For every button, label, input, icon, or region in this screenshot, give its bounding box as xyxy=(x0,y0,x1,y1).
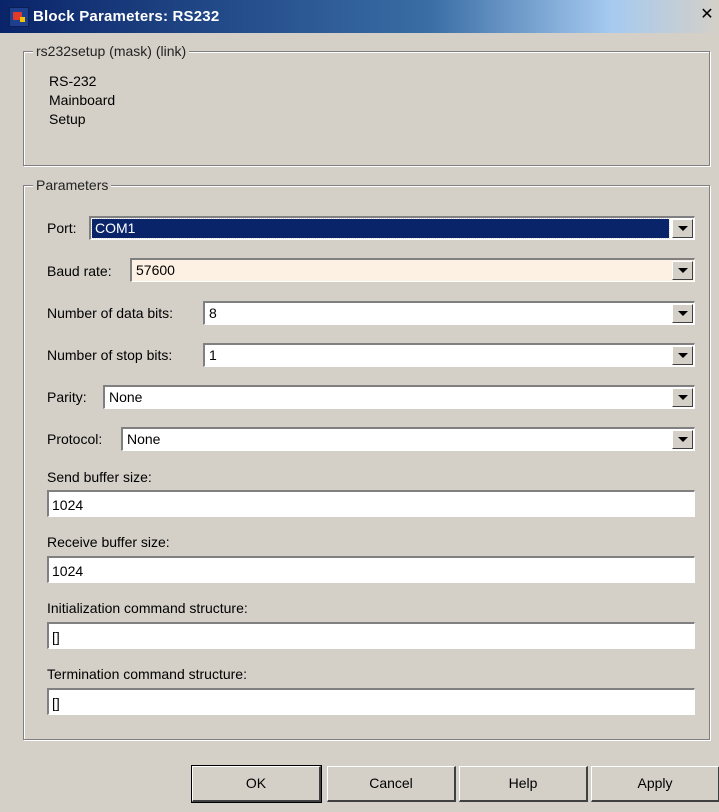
receive-buffer-input[interactable]: 1024 xyxy=(47,556,695,583)
data-bits-dropdown[interactable]: 8 xyxy=(203,301,695,325)
send-buffer-input[interactable]: 1024 xyxy=(47,490,695,517)
chevron-down-icon[interactable] xyxy=(672,219,693,238)
chevron-down-icon[interactable] xyxy=(672,304,693,323)
title-bar[interactable]: Block Parameters: RS232 ✕ xyxy=(0,0,719,33)
init-command-value: [] xyxy=(52,629,60,645)
parity-dropdown[interactable]: None xyxy=(103,385,695,409)
baud-rate-value: 57600 xyxy=(136,262,175,278)
data-bits-value: 8 xyxy=(209,305,217,321)
term-command-input[interactable]: [] xyxy=(47,688,695,715)
protocol-dropdown[interactable]: None xyxy=(121,427,695,451)
description-group: rs232setup (mask) (link) RS-232 Mainboar… xyxy=(23,43,710,166)
chevron-down-icon[interactable] xyxy=(672,388,693,407)
help-button[interactable]: Help xyxy=(459,766,588,802)
description-line: Mainboard xyxy=(49,92,116,108)
init-command-label: Initialization command structure: xyxy=(47,600,248,616)
parity-value: None xyxy=(109,389,143,405)
stop-bits-value: 1 xyxy=(209,347,217,363)
block-description: RS-232 Mainboard Setup xyxy=(49,72,115,129)
port-dropdown[interactable]: COM1 xyxy=(89,216,695,240)
protocol-label: Protocol: xyxy=(47,431,103,447)
init-command-input[interactable]: [] xyxy=(47,622,695,649)
chevron-down-icon[interactable] xyxy=(672,261,693,280)
cancel-button[interactable]: Cancel xyxy=(327,766,456,802)
stop-bits-dropdown[interactable]: 1 xyxy=(203,343,695,367)
chevron-down-icon[interactable] xyxy=(672,430,693,449)
receive-buffer-value: 1024 xyxy=(52,563,84,579)
description-line: Setup xyxy=(49,111,86,127)
port-label: Port: xyxy=(47,220,77,236)
description-line: RS-232 xyxy=(49,73,97,89)
send-buffer-value: 1024 xyxy=(52,497,84,513)
term-command-value: [] xyxy=(52,695,60,711)
receive-buffer-label: Receive buffer size: xyxy=(47,534,170,550)
close-icon[interactable]: ✕ xyxy=(699,6,715,23)
parity-label: Parity: xyxy=(47,389,87,405)
ok-button[interactable]: OK xyxy=(191,765,322,803)
simulink-block-icon xyxy=(9,7,29,27)
stop-bits-label: Number of stop bits: xyxy=(47,347,173,363)
send-buffer-label: Send buffer size: xyxy=(47,469,152,485)
protocol-value: None xyxy=(127,431,161,447)
baud-rate-label: Baud rate: xyxy=(47,263,112,279)
data-bits-label: Number of data bits: xyxy=(47,305,174,321)
parameters-group-legend: Parameters xyxy=(33,177,112,193)
description-group-legend: rs232setup (mask) (link) xyxy=(33,43,190,59)
chevron-down-icon[interactable] xyxy=(672,346,693,365)
term-command-label: Termination command structure: xyxy=(47,666,247,682)
baud-rate-dropdown[interactable]: 57600 xyxy=(130,258,695,282)
window-title: Block Parameters: RS232 xyxy=(33,8,220,25)
port-value: COM1 xyxy=(91,218,670,239)
apply-button[interactable]: Apply xyxy=(591,766,719,802)
